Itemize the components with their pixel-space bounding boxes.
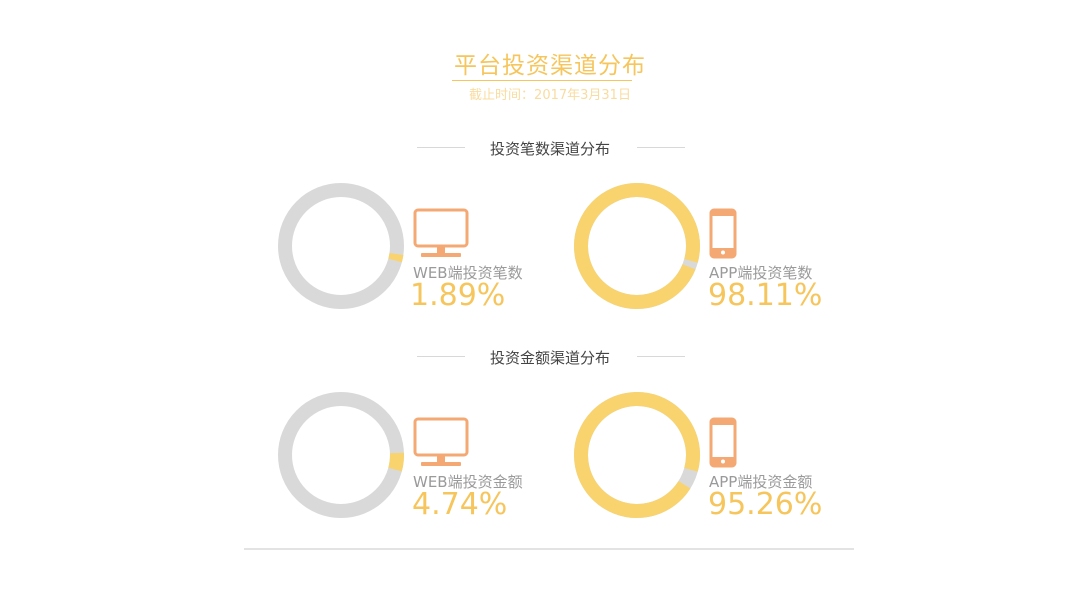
donut-app-amount [574, 392, 700, 518]
donut-value-arc [574, 183, 700, 309]
page-subtitle: 截止时间：2017年3月31日 [469, 88, 631, 103]
donut-track [278, 183, 404, 309]
donut-web-amount [278, 392, 404, 518]
donut-app-count [574, 183, 700, 309]
section-rule-right [637, 356, 685, 357]
app-amount-percent: 95.26% [708, 487, 823, 522]
phone-icon [709, 417, 737, 468]
donut-track [278, 392, 404, 518]
web-amount-percent: 4.74% [412, 487, 508, 522]
app-count-percent: 98.11% [708, 278, 823, 313]
web-count-percent: 1.89% [410, 278, 506, 313]
donut-web-count [278, 183, 404, 309]
monitor-icon [413, 417, 469, 466]
phone-icon [709, 208, 737, 259]
bottom-divider [244, 548, 854, 550]
monitor-icon [413, 208, 469, 257]
page-title: 平台投资渠道分布 [454, 53, 646, 79]
section-title-amount: 投资金额渠道分布 [489, 349, 610, 367]
section-rule-right [637, 147, 685, 148]
donut-value-arc [574, 392, 700, 518]
section-title-count: 投资笔数渠道分布 [489, 140, 610, 158]
title-underline [452, 80, 632, 81]
